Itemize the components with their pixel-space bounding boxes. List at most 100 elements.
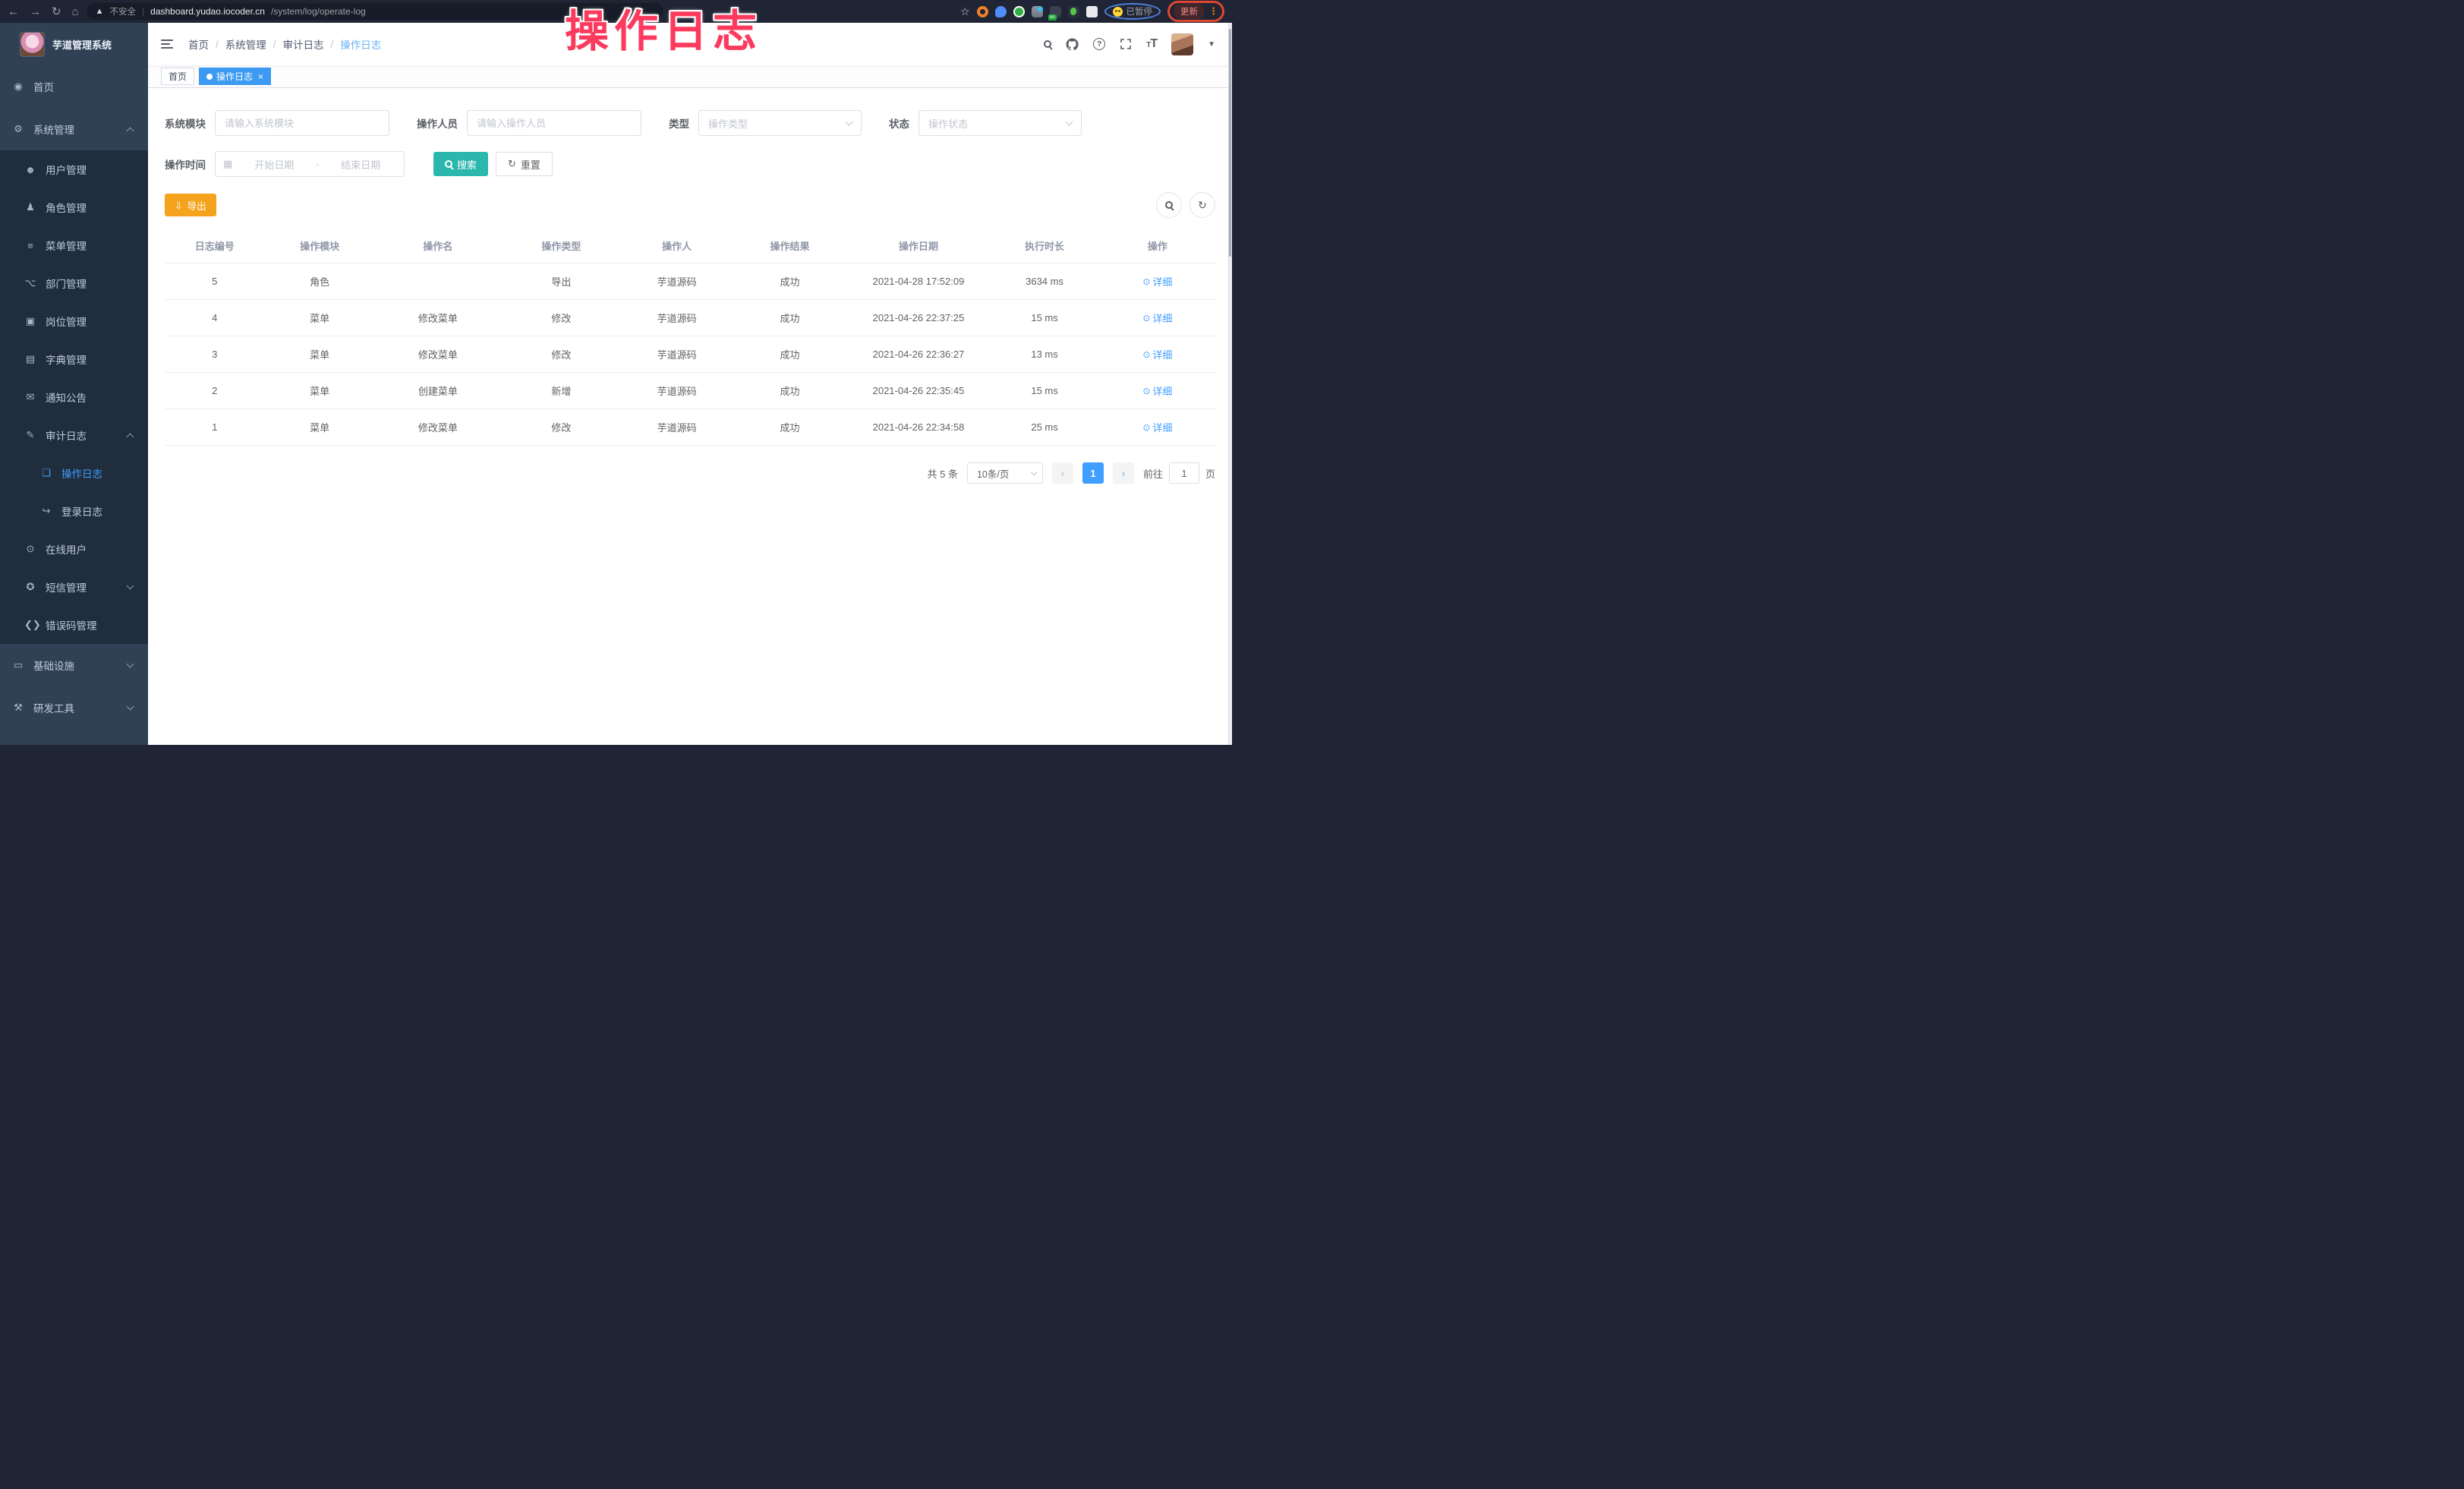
- detail-link[interactable]: ⊙详细: [1142, 420, 1172, 434]
- system-management-submenu: ☻ 用户管理 ♟ 角色管理 ≡ 菜单管理 ⌥ 部门管理 ▣ 岗位管理: [0, 150, 148, 644]
- book-icon: ▤: [24, 353, 36, 365]
- sidebar-item-role-management[interactable]: ♟ 角色管理: [0, 188, 148, 226]
- sidebar-item-login-log[interactable]: ↪ 登录日志: [0, 492, 148, 530]
- chevron-down-icon: [1066, 118, 1073, 126]
- operator-label: 操作人员: [417, 115, 458, 131]
- caret-down-icon[interactable]: ▼: [1208, 40, 1215, 49]
- sidebar-item-error-code-management[interactable]: ❮❯ 错误码管理: [0, 606, 148, 644]
- toolbox-icon: ⚒: [12, 702, 24, 714]
- tag-operate-log[interactable]: 操作日志 ×: [199, 68, 271, 85]
- sidebar-collapse-icon[interactable]: [159, 36, 175, 52]
- operate-log-page: 系统模块 操作人员 类型 操作类型: [148, 88, 1232, 745]
- page-size-select[interactable]: 10条/页: [967, 462, 1043, 484]
- sidebar-item-notice-announcement[interactable]: ✉ 通知公告: [0, 378, 148, 416]
- type-select[interactable]: 操作类型: [698, 110, 862, 136]
- scrollbar-thumb[interactable]: [1229, 29, 1231, 257]
- tag-home[interactable]: 首页: [161, 68, 194, 85]
- detail-link[interactable]: ⊙详细: [1142, 383, 1172, 398]
- eye-icon: ⊙: [1142, 386, 1150, 396]
- extension-icon[interactable]: [1068, 6, 1079, 17]
- extension-icon[interactable]: [995, 6, 1007, 17]
- app-logo-row[interactable]: 芋道管理系统: [0, 23, 148, 65]
- sidebar-item-dev-tools[interactable]: ⚒ 研发工具: [0, 686, 148, 729]
- browser-menu-icon[interactable]: ⋮: [1208, 5, 1218, 17]
- refresh-icon: ↻: [508, 158, 516, 170]
- sidebar-item-sms-management[interactable]: ✪ 短信管理: [0, 568, 148, 606]
- sidebar-item-audit-log[interactable]: ✎ 审计日志: [0, 416, 148, 454]
- date-range-picker[interactable]: ▦ 开始日期 - 结束日期: [215, 151, 405, 177]
- extension-badge: on: [1048, 14, 1057, 21]
- search-button[interactable]: 搜索: [433, 152, 488, 176]
- tags-view-bar: 首页 操作日志 ×: [148, 65, 1232, 88]
- sidebar-item-menu-management[interactable]: ≡ 菜单管理: [0, 226, 148, 264]
- sidebar-item-operate-log[interactable]: ❏ 操作日志: [0, 454, 148, 492]
- extension-icon[interactable]: [1032, 6, 1043, 17]
- url-host: dashboard.yudao.iocoder.cn: [150, 6, 265, 17]
- refresh-table-button[interactable]: ↻: [1189, 192, 1215, 218]
- detail-link[interactable]: ⊙详细: [1142, 347, 1172, 361]
- sidebar-item-online-users[interactable]: ⊙ 在线用户: [0, 530, 148, 568]
- detail-link[interactable]: ⊙详细: [1142, 311, 1172, 325]
- chevron-up-icon: [127, 433, 134, 440]
- calendar-icon: ▦: [223, 158, 232, 170]
- sidebar-item-infrastructure[interactable]: ▭ 基础设施: [0, 644, 148, 686]
- login-log-icon: ↪: [40, 505, 52, 517]
- sidebar-item-system-management[interactable]: ⚙ 系统管理: [0, 108, 148, 150]
- eye-icon: ⊙: [1142, 313, 1150, 323]
- github-icon[interactable]: [1066, 38, 1079, 51]
- extension-icon[interactable]: on: [1050, 6, 1061, 17]
- user-icon: ☻: [24, 164, 36, 175]
- status-select[interactable]: 操作状态: [918, 110, 1082, 136]
- col-date: 操作日期: [848, 229, 990, 263]
- module-input[interactable]: [215, 110, 389, 136]
- breadcrumb-system-management[interactable]: 系统管理: [225, 36, 266, 52]
- avatar[interactable]: [1171, 33, 1193, 55]
- start-date-placeholder[interactable]: 开始日期: [238, 157, 310, 172]
- pagination: 共 5 条 10条/页 ‹ 1 › 前往 页: [165, 462, 1215, 484]
- forward-icon[interactable]: →: [30, 5, 41, 18]
- goto-page-input[interactable]: [1169, 462, 1199, 484]
- security-label[interactable]: 不安全: [110, 5, 137, 17]
- scrollbar[interactable]: [1228, 23, 1232, 745]
- sidebar-item-home[interactable]: ◉ 首页: [0, 65, 148, 108]
- col-type: 操作类型: [501, 229, 622, 263]
- extensions-puzzle-icon[interactable]: [1086, 6, 1098, 17]
- table-row: 5 角色 导出 芋道源码 成功 2021-04-28 17:52:09 3634…: [165, 263, 1215, 300]
- monitor-icon: ▭: [12, 659, 24, 671]
- fullscreen-icon[interactable]: [1120, 38, 1132, 50]
- goto-label: 前往: [1143, 466, 1163, 481]
- chevron-down-icon: [127, 582, 134, 589]
- browser-update-button[interactable]: 更新: [1174, 4, 1205, 19]
- extension-icon[interactable]: [977, 6, 988, 17]
- back-icon[interactable]: ←: [8, 5, 19, 18]
- close-icon[interactable]: ×: [258, 71, 263, 82]
- sidebar-item-department-management[interactable]: ⌥ 部门管理: [0, 264, 148, 302]
- home-icon[interactable]: ⌂: [72, 5, 79, 18]
- sidebar-item-user-management[interactable]: ☻ 用户管理: [0, 150, 148, 188]
- sidebar-item-dictionary-management[interactable]: ▤ 字典管理: [0, 340, 148, 378]
- url-path: /system/log/operate-log: [271, 6, 366, 17]
- next-page-button[interactable]: ›: [1113, 462, 1134, 484]
- show-search-button[interactable]: [1156, 192, 1182, 218]
- help-icon[interactable]: ?: [1093, 38, 1105, 50]
- operate-log-table: 日志编号 操作模块 操作名 操作类型 操作人 操作结果 操作日期 执行时长 操作: [165, 229, 1215, 446]
- reload-icon[interactable]: ↻: [52, 5, 61, 18]
- search-icon[interactable]: [1044, 40, 1051, 48]
- detail-link[interactable]: ⊙详细: [1142, 274, 1172, 289]
- font-size-icon[interactable]: TT: [1146, 37, 1157, 51]
- breadcrumb-home[interactable]: 首页: [188, 36, 209, 52]
- end-date-placeholder[interactable]: 结束日期: [325, 157, 396, 172]
- export-button[interactable]: ⇩ 导出: [165, 194, 216, 216]
- sidebar-item-post-management[interactable]: ▣ 岗位管理: [0, 302, 148, 340]
- extension-icon[interactable]: [1013, 6, 1025, 17]
- chevron-down-icon: [127, 660, 134, 667]
- prev-page-button[interactable]: ‹: [1052, 462, 1073, 484]
- operator-input[interactable]: [467, 110, 641, 136]
- col-result: 操作结果: [732, 229, 847, 263]
- online-user-icon: ⊙: [24, 543, 36, 555]
- breadcrumb-audit-log[interactable]: 审计日志: [283, 36, 324, 52]
- bookmark-star-icon[interactable]: ☆: [960, 5, 970, 18]
- page-number-1[interactable]: 1: [1082, 462, 1104, 484]
- reset-button[interactable]: ↻ 重置: [496, 152, 553, 176]
- profile-paused-chip[interactable]: 已暂停: [1104, 3, 1161, 20]
